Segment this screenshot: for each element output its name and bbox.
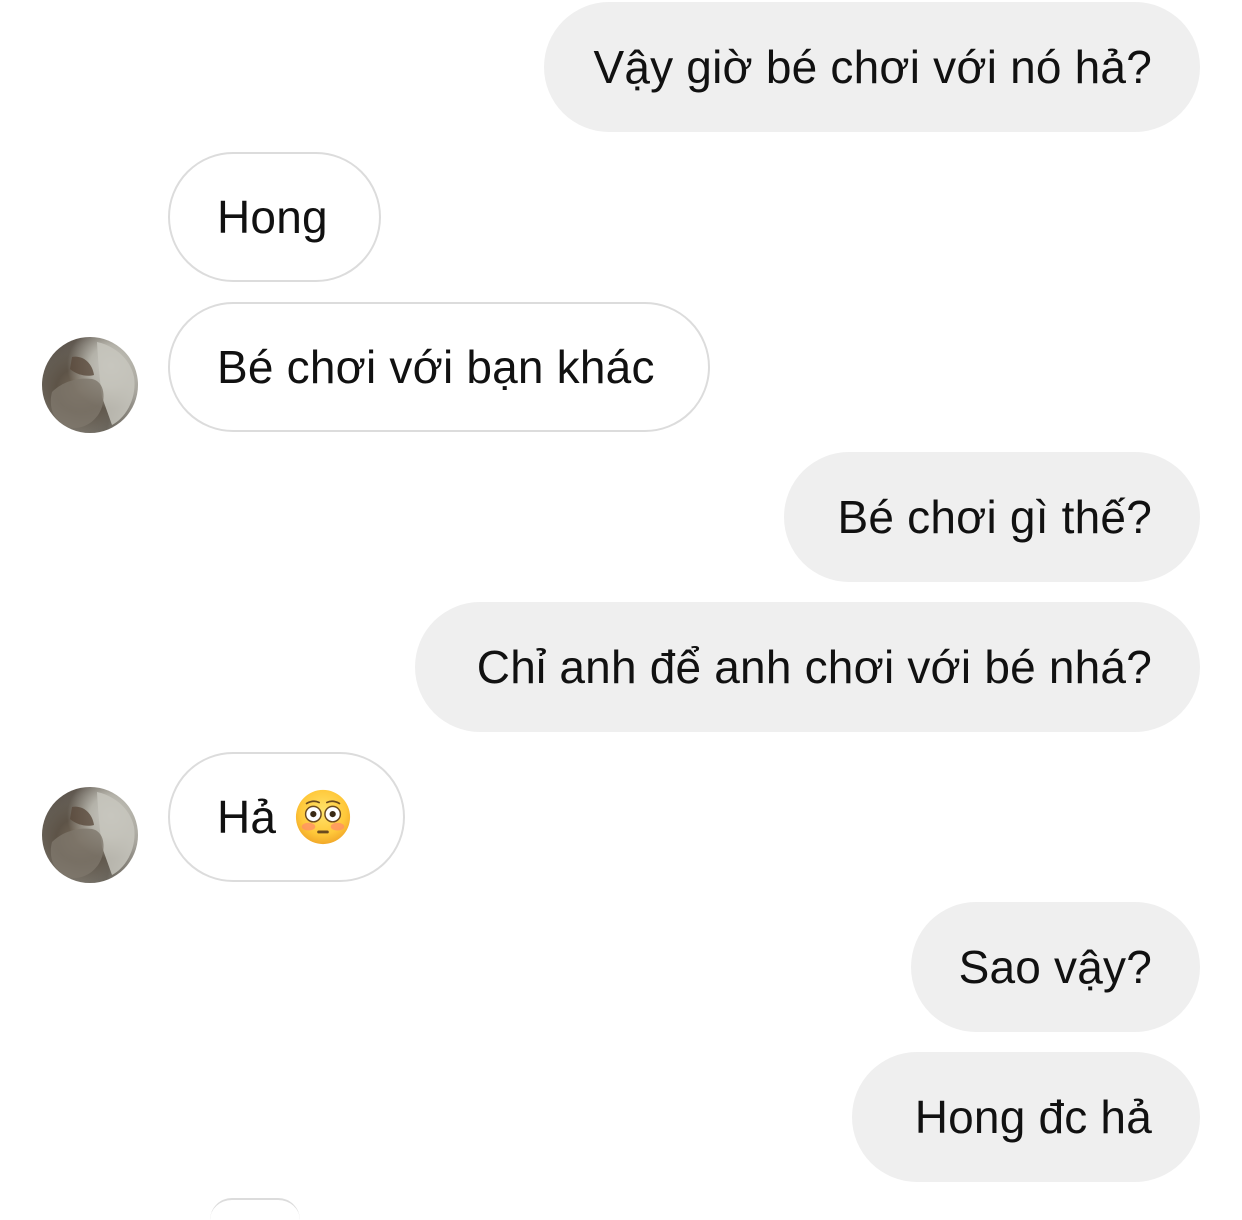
message-bubble-sent[interactable]: Sao vậy?	[911, 902, 1200, 1032]
avatar-photo-icon	[50, 792, 135, 878]
contact-avatar[interactable]	[42, 787, 138, 883]
contact-avatar[interactable]	[42, 337, 138, 433]
message-bubble-sent[interactable]: Vậy giờ bé chơi với nó hả?	[544, 2, 1200, 132]
message-bubble-sent[interactable]: Hong đc hả	[852, 1052, 1200, 1182]
message-bubble-received[interactable]: Bé chơi với bạn khác	[168, 302, 710, 432]
message-text: Hả	[217, 791, 277, 843]
message-text: Bé chơi gì thế?	[837, 491, 1152, 543]
message-text: Bé chơi với bạn khác	[217, 341, 655, 393]
message-bubble-sent[interactable]: Bé chơi gì thế?	[784, 452, 1200, 582]
message-text: Hong đc hả	[914, 1091, 1152, 1143]
avatar-photo-icon	[50, 342, 135, 428]
flushed-face-emoji-icon	[294, 788, 352, 846]
message-text: Hong	[217, 191, 328, 243]
message-bubble-partial	[210, 1198, 300, 1220]
message-text: Chỉ anh để anh chơi với bé nhá?	[476, 641, 1152, 693]
message-text: Sao vậy?	[958, 941, 1152, 993]
message-bubble-received[interactable]: Hả	[168, 752, 405, 882]
message-bubble-received[interactable]: Hong	[168, 152, 381, 282]
message-bubble-sent[interactable]: Chỉ anh để anh chơi với bé nhá?	[415, 602, 1200, 732]
message-text: Vậy giờ bé chơi với nó hả?	[593, 41, 1152, 93]
